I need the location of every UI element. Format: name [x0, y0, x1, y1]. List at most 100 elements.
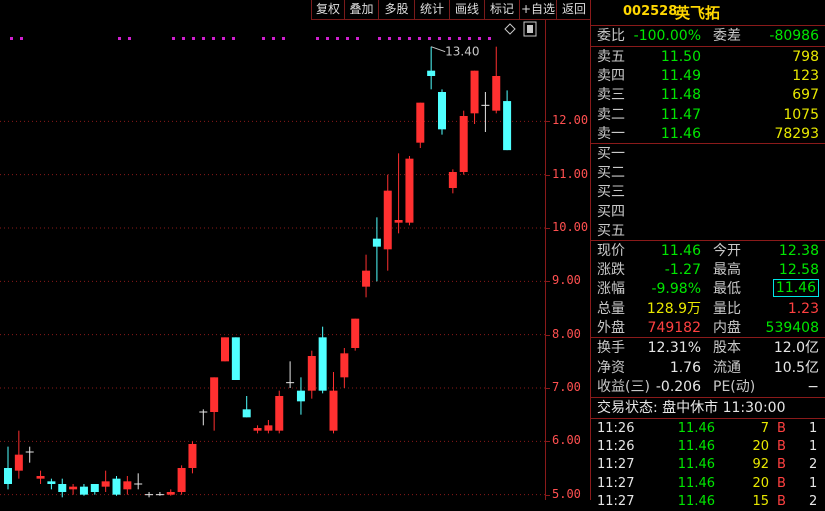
trade-tick-row[interactable]: 11:26 11.46 7 B 1: [591, 420, 825, 438]
candle[interactable]: [264, 420, 273, 434]
trade-tick-row[interactable]: 11:26 11.46 20 B 1: [591, 438, 825, 456]
candle[interactable]: [394, 153, 403, 234]
candle-body: [14, 454, 23, 471]
candle[interactable]: [14, 430, 23, 479]
candle[interactable]: [459, 110, 468, 175]
add-favorite-button[interactable]: +自选: [519, 0, 556, 20]
diamond-icon[interactable]: [504, 23, 516, 35]
candle[interactable]: [242, 396, 251, 418]
restore-rights-button[interactable]: 复权: [311, 0, 344, 20]
signal-dot: [20, 37, 23, 40]
stat-label: 最高: [713, 262, 741, 279]
trade-side: B: [777, 439, 786, 455]
candle[interactable]: [492, 46, 501, 114]
axis-tick-mark: [546, 121, 550, 123]
candle[interactable]: [318, 326, 327, 394]
candle[interactable]: [221, 337, 229, 362]
candle[interactable]: [36, 470, 45, 484]
axis-tick-mark: [546, 388, 550, 389]
draw-line-button[interactable]: 画线: [449, 0, 484, 20]
candle-body: [296, 390, 305, 402]
fund-value: 12.31%: [647, 340, 701, 356]
stat-label: 量比: [713, 300, 741, 317]
candle[interactable]: [307, 350, 316, 399]
candle[interactable]: [47, 478, 56, 490]
stat-label: 现价: [597, 243, 625, 259]
candle[interactable]: [416, 102, 425, 148]
candle[interactable]: [90, 484, 99, 495]
statistics-button[interactable]: 统计: [414, 0, 449, 20]
candle-body: [69, 486, 78, 490]
trade-price: 11.46: [677, 439, 715, 455]
divider: [591, 418, 825, 419]
candle[interactable]: [340, 348, 349, 388]
candle[interactable]: [231, 337, 240, 380]
candle[interactable]: [427, 46, 436, 90]
candle-body: [307, 356, 316, 391]
axis-tick-mark: [546, 174, 550, 176]
candle[interactable]: [438, 89, 446, 135]
trade-tick-row[interactable]: 11:27 11.46 20 B 1: [591, 475, 825, 493]
trade-price: 11.46: [677, 421, 715, 436]
panel-toggle-icon[interactable]: [523, 21, 537, 37]
candle[interactable]: [134, 473, 143, 490]
fund-value: -0.206: [655, 379, 701, 395]
candle[interactable]: [155, 492, 164, 496]
candle[interactable]: [145, 492, 154, 498]
candle[interactable]: [470, 70, 479, 124]
candle-body: [275, 396, 284, 431]
candlestick-svg[interactable]: 13.40: [0, 20, 545, 500]
candle[interactable]: [275, 390, 284, 434]
candle[interactable]: [25, 446, 34, 463]
candle[interactable]: [79, 484, 88, 496]
mark-button[interactable]: 标记: [484, 0, 519, 20]
signal-dot: [488, 37, 491, 40]
candle[interactable]: [481, 92, 490, 132]
candle[interactable]: [383, 174, 392, 271]
candle[interactable]: [329, 372, 338, 434]
sell-price: 11.50: [660, 49, 701, 65]
trade-tick-row[interactable]: 11:27 11.46 15 B 2: [591, 493, 825, 511]
candle[interactable]: [296, 377, 305, 415]
candle[interactable]: [58, 478, 67, 498]
sell-level-row: 卖二 11.47 1075: [591, 105, 825, 125]
candle[interactable]: [448, 169, 457, 194]
candle[interactable]: [123, 476, 132, 495]
trade-tick-row[interactable]: 11:27 11.46 92 B 2: [591, 456, 825, 474]
overlay-button[interactable]: 叠加: [344, 0, 378, 20]
candle-body: [79, 486, 88, 495]
candle[interactable]: [253, 425, 262, 434]
trade-status-row: 交易状态: 盘中休市 11:30:00: [591, 398, 825, 418]
back-button[interactable]: 返回: [556, 0, 591, 20]
weicha-label: 委差: [713, 28, 741, 44]
high-marker-label: 13.40: [445, 45, 479, 59]
candle-body: [459, 116, 468, 172]
candle[interactable]: [286, 361, 295, 388]
candle[interactable]: [351, 318, 360, 351]
candle[interactable]: [188, 441, 197, 474]
fundamental-row: 净资 1.76 流通 10.5亿: [591, 358, 825, 378]
chart-toolbar: 复权 叠加 多股 统计 画线 标记 +自选 返回: [0, 0, 591, 20]
kline-chart[interactable]: 13.40: [0, 20, 545, 500]
candle[interactable]: [362, 254, 371, 298]
candle[interactable]: [503, 90, 512, 151]
candle[interactable]: [177, 465, 186, 495]
candle[interactable]: [199, 409, 208, 426]
candle[interactable]: [405, 156, 414, 226]
buy-level-row: 买四: [591, 202, 825, 222]
candle[interactable]: [101, 470, 110, 492]
buy-level-row: 买三: [591, 182, 825, 202]
candle[interactable]: [166, 489, 175, 496]
candle-body: [470, 70, 479, 114]
candle[interactable]: [69, 484, 78, 495]
candle[interactable]: [112, 476, 121, 496]
signal-dot: [262, 37, 265, 40]
multi-stock-button[interactable]: 多股: [378, 0, 414, 20]
buy-level-row: 买五: [591, 221, 825, 241]
trade-count: 1: [809, 421, 818, 436]
candle[interactable]: [210, 377, 219, 431]
candle[interactable]: [372, 217, 381, 282]
candle[interactable]: [4, 446, 12, 490]
axis-tick-label: 11.00: [552, 166, 589, 181]
signal-dot: [356, 37, 359, 40]
